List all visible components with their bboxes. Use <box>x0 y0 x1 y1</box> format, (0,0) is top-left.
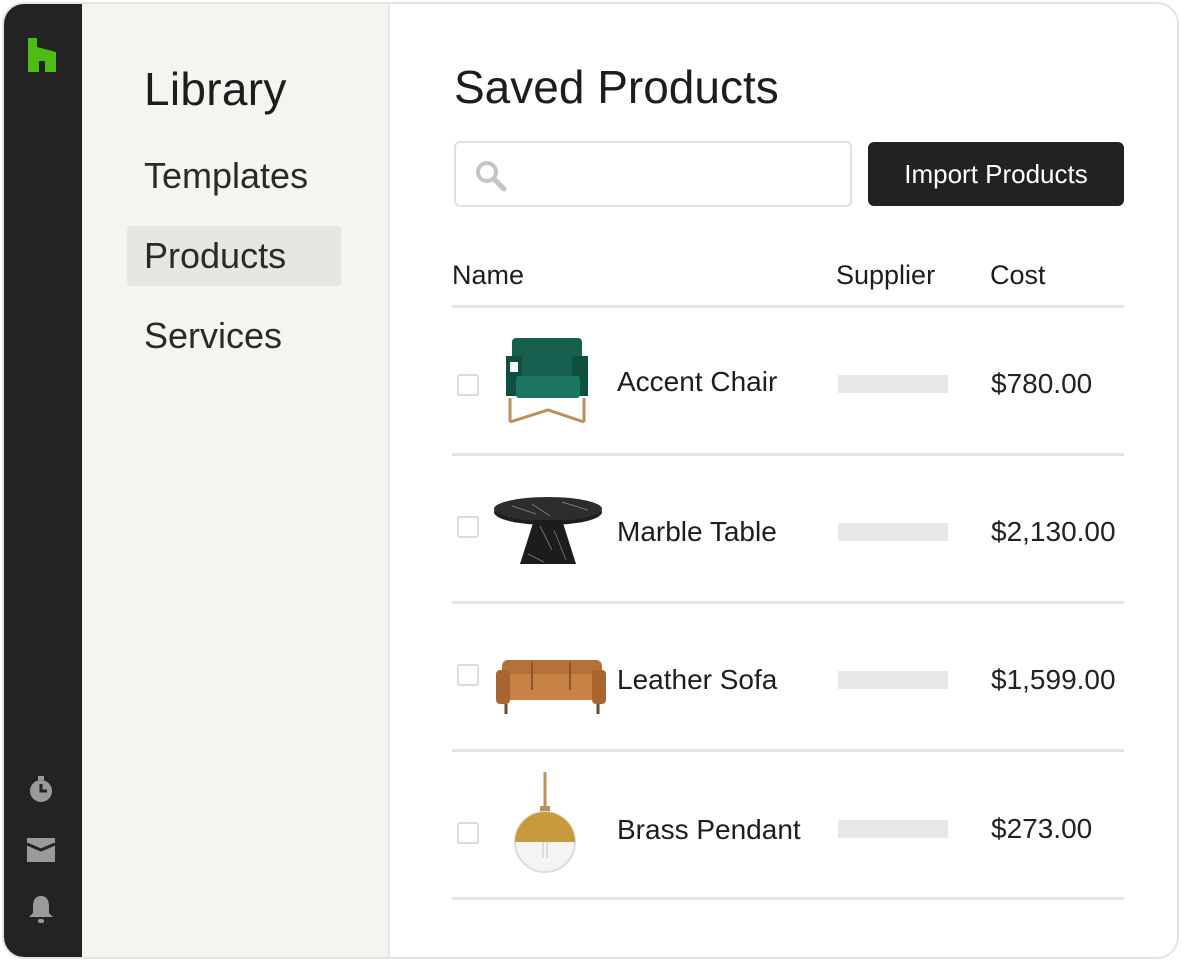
row-checkbox[interactable] <box>457 664 479 686</box>
app-rail <box>4 4 82 957</box>
table-row[interactable]: Brass Pendant $273.00 <box>452 752 1124 900</box>
inbox-icon[interactable] <box>26 835 56 865</box>
nav-item-templates[interactable]: Templates <box>127 146 341 206</box>
column-header-name[interactable]: Name <box>452 260 524 291</box>
marble-table-image <box>494 497 602 564</box>
product-cost: $2,130.00 <box>991 516 1116 547</box>
nav-item-services[interactable]: Services <box>127 306 341 366</box>
product-name[interactable]: Accent Chair <box>617 366 777 398</box>
brass-pendant-image <box>514 772 576 873</box>
import-products-button[interactable]: Import Products <box>868 142 1124 206</box>
table-row[interactable]: Accent Chair $780.00 <box>452 308 1124 456</box>
row-checkbox[interactable] <box>457 822 479 844</box>
main-panel: Saved Products Import Products Name Supp… <box>392 4 1177 957</box>
row-checkbox[interactable] <box>457 516 479 538</box>
row-checkbox[interactable] <box>457 374 479 396</box>
supplier-placeholder <box>838 523 948 541</box>
accent-chair-image <box>506 338 588 424</box>
supplier-placeholder <box>838 820 948 838</box>
supplier-placeholder <box>838 375 948 393</box>
app-window: Library Templates Products Services Save… <box>2 2 1179 959</box>
search-input[interactable] <box>516 153 836 195</box>
stopwatch-icon[interactable] <box>26 774 56 804</box>
houzz-logo-icon[interactable] <box>26 38 58 72</box>
table-row[interactable]: Leather Sofa $1,599.00 <box>452 604 1124 752</box>
nav-item-products[interactable]: Products <box>127 226 341 286</box>
search-icon <box>476 161 507 192</box>
supplier-placeholder <box>838 671 948 689</box>
product-cost: $273.00 <box>991 813 1093 844</box>
library-title: Library <box>144 63 287 115</box>
column-header-cost[interactable]: Cost <box>990 260 1046 291</box>
library-sidebar: Library Templates Products Services <box>82 4 390 957</box>
product-cost: $1,599.00 <box>991 664 1116 695</box>
product-cost: $780.00 <box>991 368 1093 399</box>
product-name[interactable]: Leather Sofa <box>617 664 777 696</box>
leather-sofa-image <box>496 660 606 714</box>
product-name[interactable]: Brass Pendant <box>617 814 801 846</box>
product-name[interactable]: Marble Table <box>617 516 777 548</box>
row-divider <box>452 897 1124 900</box>
search-box[interactable] <box>454 141 852 207</box>
table-row[interactable]: Marble Table $2,130.00 <box>452 456 1124 604</box>
page-title: Saved Products <box>454 61 779 113</box>
bell-icon[interactable] <box>26 894 56 924</box>
column-header-supplier[interactable]: Supplier <box>836 260 935 291</box>
